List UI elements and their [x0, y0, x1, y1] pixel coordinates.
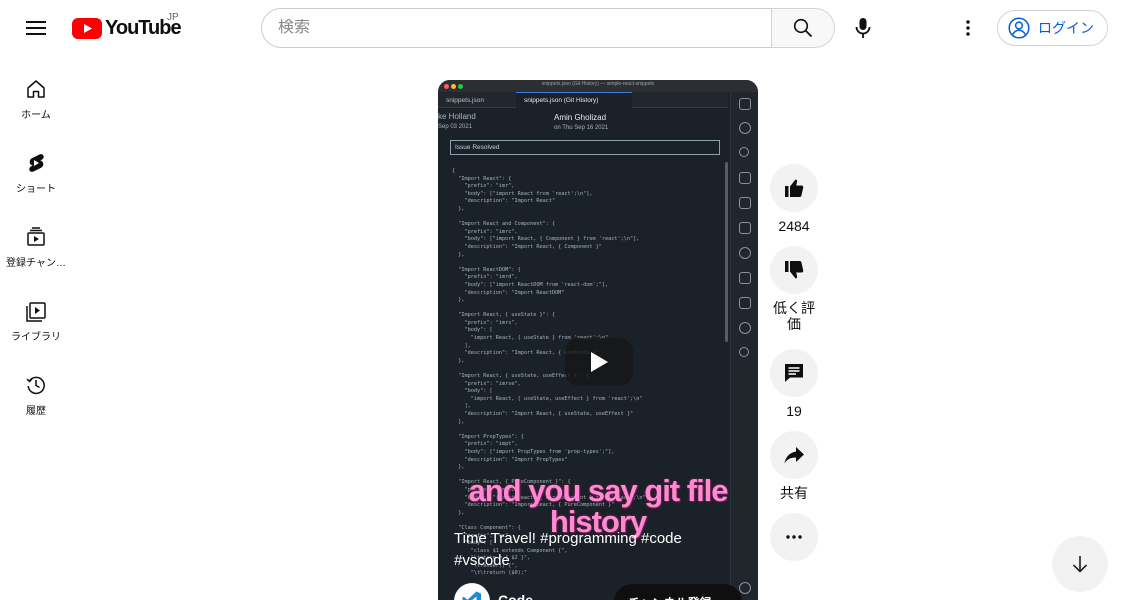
share-action: 共有 [768, 431, 820, 501]
editor-tab-label: snippets.json [446, 96, 484, 104]
settings-more-button[interactable] [948, 8, 988, 48]
search-icon [739, 122, 751, 134]
commit-left: ke Holland Sep 03 2021 [438, 112, 476, 132]
share-button[interactable] [770, 431, 818, 479]
channel-name[interactable]: Code [498, 592, 533, 600]
video-title[interactable]: Time Travel! #programming #code #vscode [454, 528, 734, 572]
docker-icon [739, 272, 751, 284]
subscribe-button[interactable]: チャンネル登録 [614, 584, 742, 600]
sidebar-item-library[interactable]: ライブラリ [0, 278, 72, 352]
editor-tab: snippets.json [438, 92, 514, 108]
commit-left-date: Sep 03 2021 [438, 124, 473, 130]
guide-menu-button[interactable] [16, 8, 56, 48]
play-button[interactable] [565, 338, 633, 386]
commit-center-author: Amin Gholizad [554, 113, 607, 122]
like-button[interactable] [770, 164, 818, 212]
share-label: 共有 [780, 485, 808, 501]
editor-scrollbar [725, 162, 728, 342]
extensions-icon [739, 197, 751, 209]
commit-center: Amin Gholizad on Thu Sep 16 2021 [554, 113, 608, 133]
search-input[interactable] [278, 19, 772, 37]
youtube-play-logo-icon [72, 17, 102, 39]
home-icon [27, 80, 45, 98]
history-icon [26, 376, 45, 395]
like-count: 2484 [778, 218, 810, 234]
commit-center-date: on Thu Sep 16 2021 [554, 125, 609, 131]
thumbs-up-icon [785, 179, 804, 197]
sidebar-item-label: 履歴 [26, 406, 46, 417]
masthead: YouTube JP ログイン [0, 0, 1124, 56]
sidebar-item-home[interactable]: ホーム [0, 56, 72, 130]
sidebar-item-label: ショート [16, 184, 56, 195]
play-icon [591, 352, 608, 372]
explorer-icon [739, 98, 751, 110]
reel-actions: 2484 低く評価 19 共有 [768, 164, 820, 561]
search-icon [793, 18, 813, 38]
run-debug-icon [739, 172, 751, 184]
account-icon [739, 582, 751, 594]
subscriptions-icon [27, 227, 45, 246]
shorts-icon [29, 154, 44, 172]
login-label: ログイン [1038, 20, 1094, 36]
extension-icon [739, 347, 749, 357]
microphone-icon [855, 18, 871, 38]
editor-title-bar: snippets.json (Git History) — simple-rea… [438, 80, 758, 92]
commit-message-box: Issue Resolved [450, 140, 720, 155]
search-box[interactable] [261, 8, 772, 48]
search-button[interactable] [771, 8, 835, 48]
sidebar-item-label: ライブラリ [11, 332, 61, 343]
dislike-button[interactable] [770, 246, 818, 294]
more-actions [768, 513, 820, 561]
remote-explorer-icon [739, 222, 751, 234]
github-icon [739, 247, 751, 259]
editor-tab-active: snippets.json (Git History) [516, 92, 632, 108]
next-video-button[interactable] [1052, 536, 1108, 592]
source-control-icon [739, 147, 749, 157]
dislike-label: 低く評価 [773, 300, 815, 332]
sidebar-item-history[interactable]: 履歴 [0, 352, 72, 426]
comments-action: 19 [768, 349, 820, 419]
share-icon [784, 447, 804, 464]
youtube-logo[interactable]: YouTube [72, 14, 182, 42]
mini-guide: ホーム ショート 登録チャン… ライブラリ 履歴 [0, 56, 72, 426]
comment-count: 19 [786, 403, 802, 419]
more-actions-button[interactable] [770, 513, 818, 561]
more-horizontal-icon [786, 535, 802, 539]
login-button[interactable]: ログイン [997, 10, 1108, 46]
channel-avatar[interactable] [454, 583, 490, 600]
sidebar-item-subscriptions[interactable]: 登録チャン… [0, 204, 72, 278]
arrow-down-icon [1072, 556, 1088, 573]
azure-icon [739, 297, 751, 309]
comment-icon [785, 364, 803, 382]
region-code: JP [167, 12, 179, 23]
library-icon [26, 302, 46, 322]
editor-tab-label: snippets.json (Git History) [524, 97, 599, 104]
sidebar-item-label: ホーム [21, 110, 51, 121]
dislike-action: 低く評価 [768, 246, 820, 332]
more-vertical-icon [966, 20, 970, 36]
shorts-video-player[interactable]: snippets.json (Git History) — simple-rea… [438, 80, 758, 600]
like-action: 2484 [768, 164, 820, 234]
voice-search-button[interactable] [843, 8, 883, 48]
sidebar-item-label: 登録チャン… [6, 258, 66, 269]
editor-window-title: snippets.json (Git History) — simple-rea… [541, 81, 655, 87]
account-circle-icon [1008, 17, 1030, 39]
editor-tabs: snippets.json snippets.json (Git History… [438, 92, 728, 108]
hamburger-icon [26, 21, 46, 35]
sidebar-item-shorts[interactable]: ショート [0, 130, 72, 204]
live-share-icon [739, 322, 751, 334]
comments-button[interactable] [770, 349, 818, 397]
thumbs-down-icon [785, 261, 804, 279]
vscode-logo-icon [462, 591, 481, 600]
commit-left-author: ke Holland [438, 112, 476, 121]
